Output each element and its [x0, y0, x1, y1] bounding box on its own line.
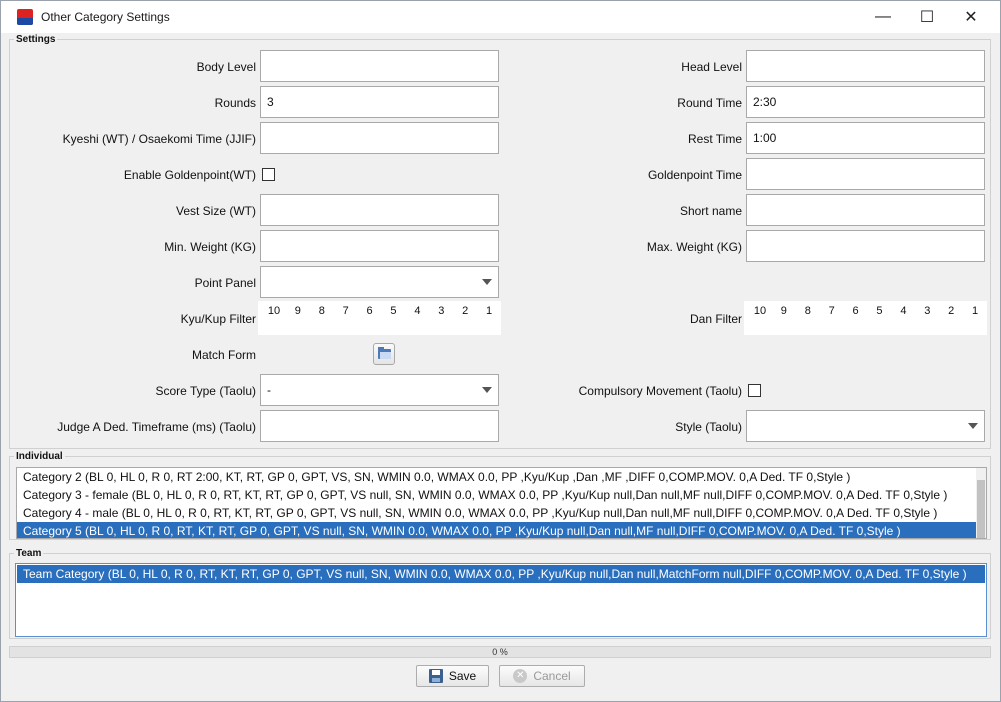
dan-filter-item[interactable]: 1	[963, 301, 987, 335]
kyu-filter-item[interactable]: 4	[405, 301, 429, 335]
kyu-filter-item[interactable]: 9	[286, 301, 310, 335]
dan-filter-item[interactable]: 3	[915, 301, 939, 335]
rounds-input[interactable]: 3	[260, 86, 499, 118]
dan-filter-item[interactable]: 8	[796, 301, 820, 335]
compulsory-movement-checkbox[interactable]	[748, 384, 761, 397]
settings-group-label: Settings	[14, 34, 58, 45]
kyu-filter-item[interactable]: 8	[310, 301, 334, 335]
dan-filter-item[interactable]: 7	[820, 301, 844, 335]
save-button[interactable]: Save	[416, 665, 489, 687]
compulsory-movement-label: Compulsory Movement (Taolu)	[578, 384, 742, 398]
individual-group-label: Individual	[14, 451, 65, 462]
individual-category-list[interactable]: Category 2 (BL 0, HL 0, R 0, RT 2:00, KT…	[16, 467, 987, 539]
title-bar[interactable]: Other Category Settings — ☐ ✕	[1, 1, 1000, 33]
window-title: Other Category Settings	[41, 10, 170, 24]
dan-filter-item[interactable]: 4	[891, 301, 915, 335]
goldenpoint-time-input[interactable]	[746, 158, 985, 190]
score-type-select[interactable]: -	[260, 374, 499, 406]
match-form-browse-button[interactable]	[373, 343, 395, 365]
kyu-filter-item[interactable]: 3	[429, 301, 453, 335]
round-time-input[interactable]: 2:30	[746, 86, 985, 118]
kyu-filter-item[interactable]: 5	[382, 301, 406, 335]
style-select[interactable]	[746, 410, 985, 442]
short-name-input[interactable]	[746, 194, 985, 226]
style-label: Style (Taolu)	[675, 420, 742, 434]
dan-filter-item[interactable]: 2	[939, 301, 963, 335]
head-level-input[interactable]	[746, 50, 985, 82]
kyu-filter-list[interactable]: 10 9 8 7 6 5 4 3 2 1	[258, 301, 501, 335]
close-button[interactable]: ✕	[948, 1, 994, 33]
list-item[interactable]: Category 4 - male (BL 0, HL 0, R 0, RT, …	[17, 504, 986, 522]
progress-bar: 0 %	[9, 646, 991, 658]
kyeshi-time-input[interactable]	[260, 122, 499, 154]
rounds-label: Rounds	[214, 96, 256, 110]
kyu-filter-item[interactable]: 1	[477, 301, 501, 335]
dialog-content: Settings Body Level Rounds 3 Kyeshi (WT)…	[1, 33, 1000, 701]
min-weight-input[interactable]	[260, 230, 499, 262]
vest-size-label: Vest Size (WT)	[175, 204, 256, 218]
kyu-filter-item[interactable]: 6	[358, 301, 382, 335]
dan-filter-list[interactable]: 10 9 8 7 6 5 4 3 2 1	[744, 301, 987, 335]
kyu-filter-item[interactable]: 7	[334, 301, 358, 335]
maximize-button[interactable]: ☐	[904, 1, 950, 33]
rest-time-label: Rest Time	[687, 132, 742, 146]
kyu-filter-item[interactable]: 10	[262, 301, 286, 335]
cancel-x-icon: ✕	[513, 669, 528, 683]
dialog-window: Other Category Settings — ☐ ✕ Settings B…	[0, 0, 1001, 702]
team-group-label: Team	[14, 548, 44, 559]
judge-a-timeframe-input[interactable]	[260, 410, 499, 442]
scrollbar-thumb[interactable]	[977, 480, 985, 538]
score-type-label: Score Type (Taolu)	[155, 384, 257, 398]
individual-list-scrollbar[interactable]	[976, 468, 986, 538]
chevron-down-icon	[482, 387, 492, 393]
short-name-label: Short name	[679, 204, 742, 218]
team-category-list[interactable]: Team Category (BL 0, HL 0, R 0, RT, KT, …	[15, 563, 987, 637]
app-logo-icon	[17, 9, 33, 25]
round-time-label: Round Time	[677, 96, 742, 110]
point-panel-select[interactable]	[260, 266, 499, 298]
chevron-down-icon	[482, 279, 492, 285]
body-level-input[interactable]	[260, 50, 499, 82]
max-weight-input[interactable]	[746, 230, 985, 262]
dan-filter-item[interactable]: 5	[868, 301, 892, 335]
kyeshi-time-label: Kyeshi (WT) / Osaekomi Time (JJIF)	[62, 132, 256, 146]
goldenpoint-time-label: Goldenpoint Time	[647, 168, 742, 182]
enable-goldenpoint-label: Enable Goldenpoint(WT)	[123, 168, 256, 182]
max-weight-label: Max. Weight (KG)	[646, 240, 742, 254]
kyu-filter-label: Kyu/Kup Filter	[180, 312, 256, 326]
vest-size-input[interactable]	[260, 194, 499, 226]
list-item[interactable]: Category 2 (BL 0, HL 0, R 0, RT 2:00, KT…	[17, 468, 986, 486]
dan-filter-item[interactable]: 6	[844, 301, 868, 335]
minimize-button[interactable]: —	[860, 1, 906, 33]
cancel-button-label: Cancel	[533, 669, 571, 683]
chevron-down-icon	[968, 423, 978, 429]
list-item-selected[interactable]: Category 5 (BL 0, HL 0, R 0, RT, KT, RT,…	[17, 522, 986, 538]
score-type-value: -	[267, 383, 271, 397]
save-button-label: Save	[448, 669, 477, 683]
cancel-button[interactable]: ✕ Cancel	[499, 665, 585, 687]
min-weight-label: Min. Weight (KG)	[164, 240, 256, 254]
judge-a-timeframe-label: Judge A Ded. Timeframe (ms) (Taolu)	[57, 420, 256, 434]
dan-filter-item[interactable]: 10	[748, 301, 772, 335]
dan-filter-label: Dan Filter	[689, 312, 742, 326]
list-item-selected[interactable]: Team Category (BL 0, HL 0, R 0, RT, KT, …	[17, 565, 985, 583]
body-level-label: Body Level	[196, 60, 256, 74]
list-item[interactable]: Category 3 - female (BL 0, HL 0, R 0, RT…	[17, 486, 986, 504]
dan-filter-item[interactable]: 9	[772, 301, 796, 335]
kyu-filter-item[interactable]: 2	[453, 301, 477, 335]
head-level-label: Head Level	[681, 60, 742, 74]
enable-goldenpoint-checkbox[interactable]	[262, 168, 275, 181]
rest-time-input[interactable]: 1:00	[746, 122, 985, 154]
save-disk-icon	[428, 669, 443, 683]
folder-open-icon	[378, 347, 391, 359]
match-form-label: Match Form	[191, 348, 256, 362]
point-panel-label: Point Panel	[194, 276, 256, 290]
